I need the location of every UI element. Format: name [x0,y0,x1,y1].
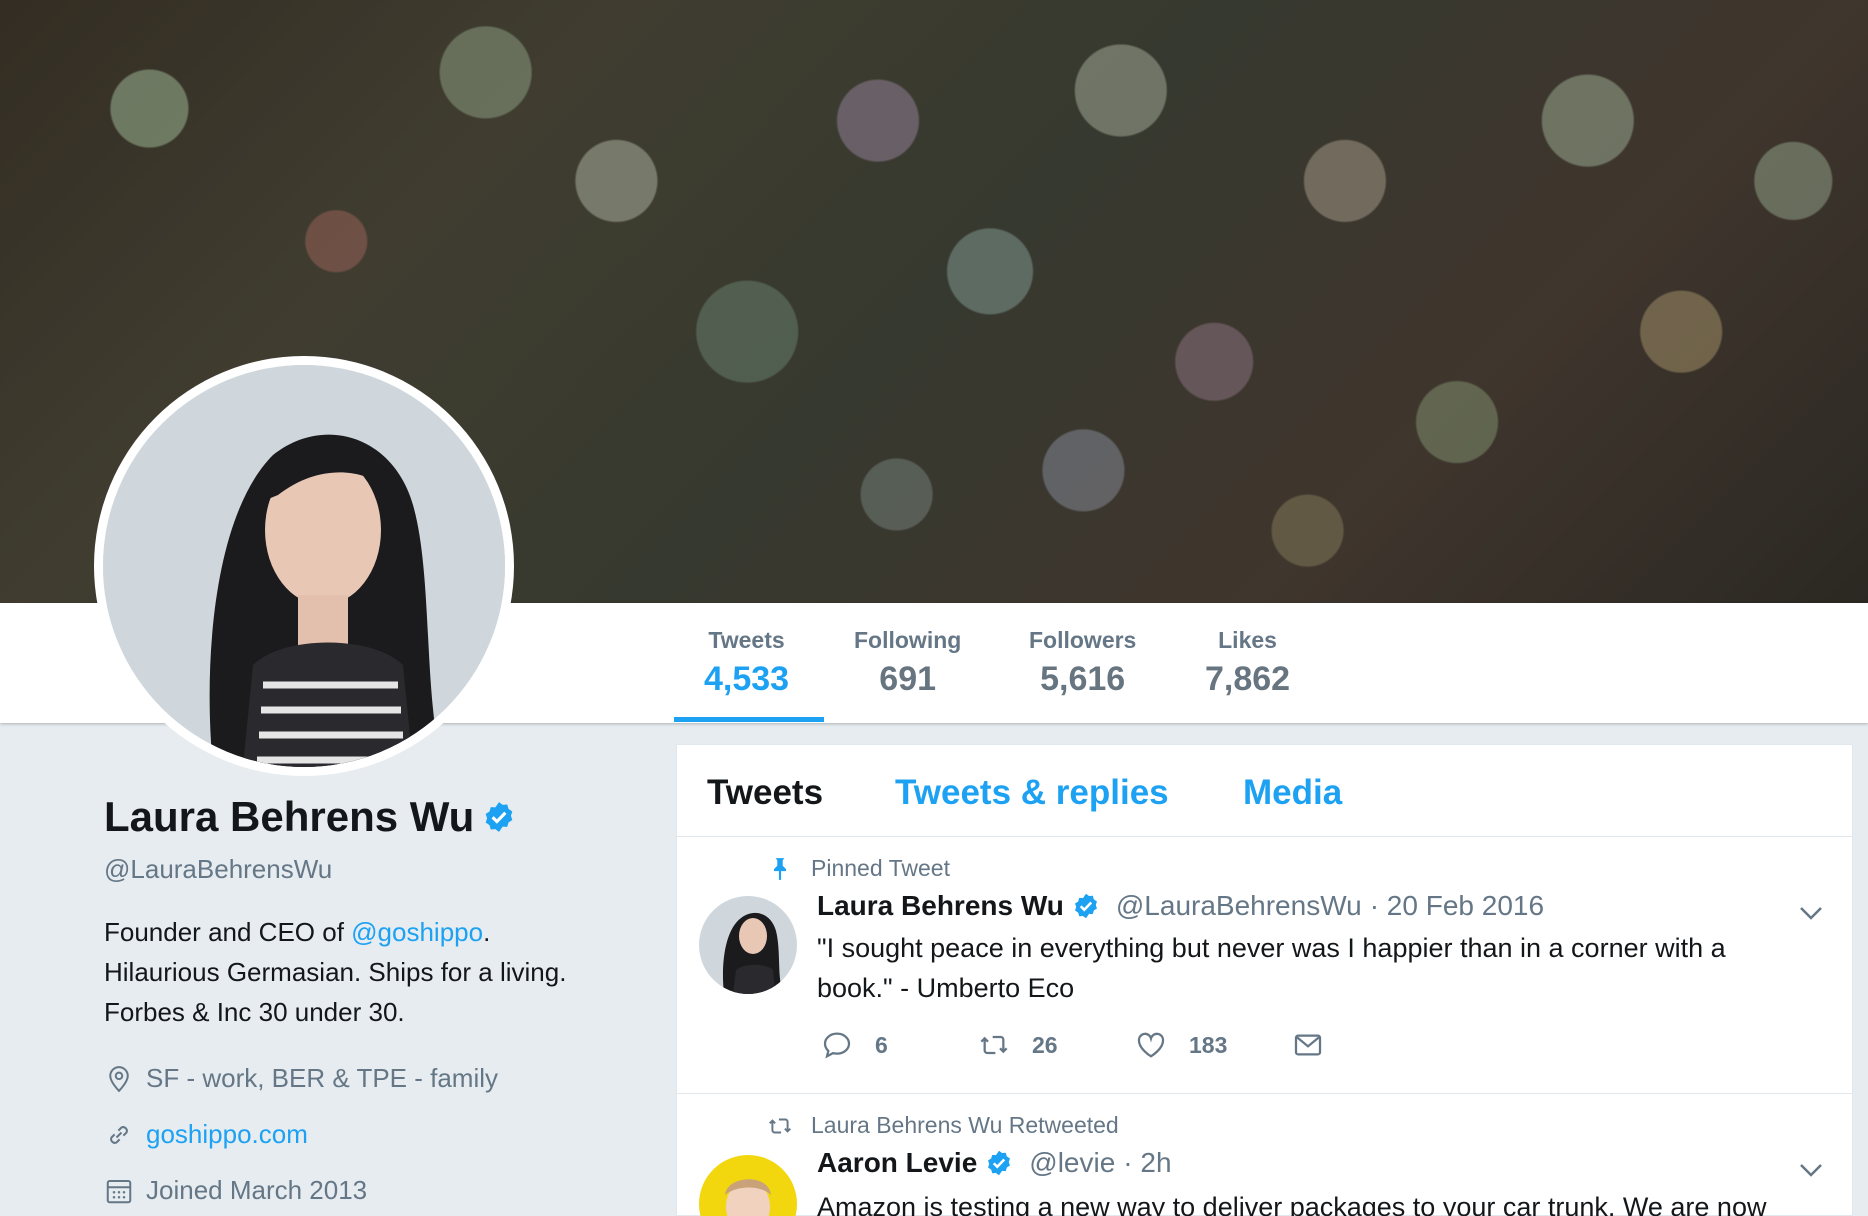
tweet-author-avatar[interactable] [699,896,797,994]
tweet-actions: 6 26 183 [821,1029,1449,1061]
profile-bio: Founder and CEO of @goshippo. Hilaurious… [104,912,624,1032]
avatar-portrait [103,365,505,767]
like-count: 183 [1189,1031,1228,1058]
reply-count: 6 [875,1031,888,1058]
tweet-text: Amazon is testing a new way to deliver p… [817,1192,1767,1216]
reply-icon [823,1032,851,1059]
stat-tweets[interactable]: Tweets 4,533 [704,627,789,699]
verified-badge-icon [988,1150,1011,1176]
tab-tweets[interactable]: Tweets [707,773,823,813]
profile-handle[interactable]: @LauraBehrensWu [104,854,332,885]
tweet-author-name[interactable]: Aaron Levie [817,1147,977,1179]
tab-media[interactable]: Media [1243,773,1342,813]
stat-value: 691 [879,660,937,698]
pin-icon [774,857,786,880]
stat-label: Followers [1029,627,1137,653]
tweet-context: Pinned Tweet [767,855,950,882]
stat-label: Following [854,627,962,653]
tweet-avatar-image [699,896,797,994]
tweet-author-handle[interactable]: @LauraBehrensWu [1116,890,1362,922]
stat-value: 5,616 [1040,660,1126,698]
stat-value: 4,533 [704,660,790,698]
joined-text: Joined March 2013 [146,1175,368,1205]
tweet-date[interactable]: · 2h [1123,1147,1171,1179]
verified-badge-icon [485,802,513,832]
chevron-down-icon[interactable] [1796,898,1826,928]
location-icon [109,1065,129,1092]
tweet-item[interactable]: Pinned Tweet Laura Behrens Wu @LauraBehr… [677,838,1852,1094]
profile-name: Laura Behrens Wu [104,793,516,841]
tweet-header: Laura Behrens Wu @LauraBehrensWu · 20 Fe… [817,890,1544,922]
tweet-avatar-image [699,1155,797,1216]
tweet-text: "I sought peace in everything but never … [817,933,1726,1003]
profile-website[interactable]: goshippo.com [104,1119,308,1150]
direct-message-button[interactable] [1292,1029,1449,1061]
bio-text: . [483,917,491,947]
context-text: Laura Behrens Wu Retweeted [811,1112,1119,1138]
stat-label: Likes [1218,627,1277,653]
reply-button[interactable]: 6 [821,1029,978,1061]
active-stat-indicator [674,717,824,722]
profile-location: SF - work, BER & TPE - family [104,1063,498,1094]
stat-followers[interactable]: Followers 5,616 [1029,627,1136,699]
envelope-icon [1294,1034,1322,1056]
profile-joined: Joined March 2013 [104,1175,367,1206]
stat-label: Tweets [708,627,785,653]
calendar-icon [106,1179,132,1203]
timeline-tabs: Tweets Tweets & replies Media [677,745,1852,837]
link-icon [110,1125,128,1144]
bio-mention-link[interactable]: @goshippo [351,917,483,947]
verified-badge-icon [1074,893,1097,919]
tweet-context: Laura Behrens Wu Retweeted [767,1112,1119,1139]
stat-following[interactable]: Following 691 [854,627,961,699]
avatar-image [103,365,505,767]
tweet-header: Aaron Levie @levie · 2h [817,1147,1172,1179]
bio-text: Forbes & Inc 30 under 30. [104,997,405,1027]
profile-name-text: Laura Behrens Wu [104,793,475,840]
timeline: Tweets Tweets & replies Media Pinned Twe… [676,744,1853,1216]
stat-likes[interactable]: Likes 7,862 [1205,627,1290,699]
heart-icon [1137,1032,1165,1058]
retweet-count: 26 [1032,1031,1058,1058]
bio-text: Founder and CEO of [104,917,352,947]
tab-tweets-replies[interactable]: Tweets & replies [895,773,1169,813]
context-text: Pinned Tweet [811,855,950,881]
retweet-button[interactable]: 26 [978,1029,1135,1061]
retweet-icon [980,1035,1008,1055]
tweet-item[interactable]: Laura Behrens Wu Retweeted Aaron Levie @… [677,1095,1852,1216]
website-link[interactable]: goshippo.com [146,1119,308,1150]
profile-avatar[interactable] [94,356,514,776]
tweet-author-avatar[interactable] [699,1155,797,1216]
bio-text: Hilaurious Germasian. Ships for a living… [104,957,567,987]
chevron-down-icon[interactable] [1796,1155,1826,1185]
location-text: SF - work, BER & TPE - family [146,1063,499,1093]
retweet-icon [769,1118,791,1133]
tweet-author-name[interactable]: Laura Behrens Wu [817,890,1064,922]
tweet-date[interactable]: · 20 Feb 2016 [1370,890,1544,922]
stat-value: 7,862 [1205,660,1291,698]
like-button[interactable]: 183 [1135,1029,1292,1061]
tweet-author-handle[interactable]: @levie [1029,1147,1115,1179]
